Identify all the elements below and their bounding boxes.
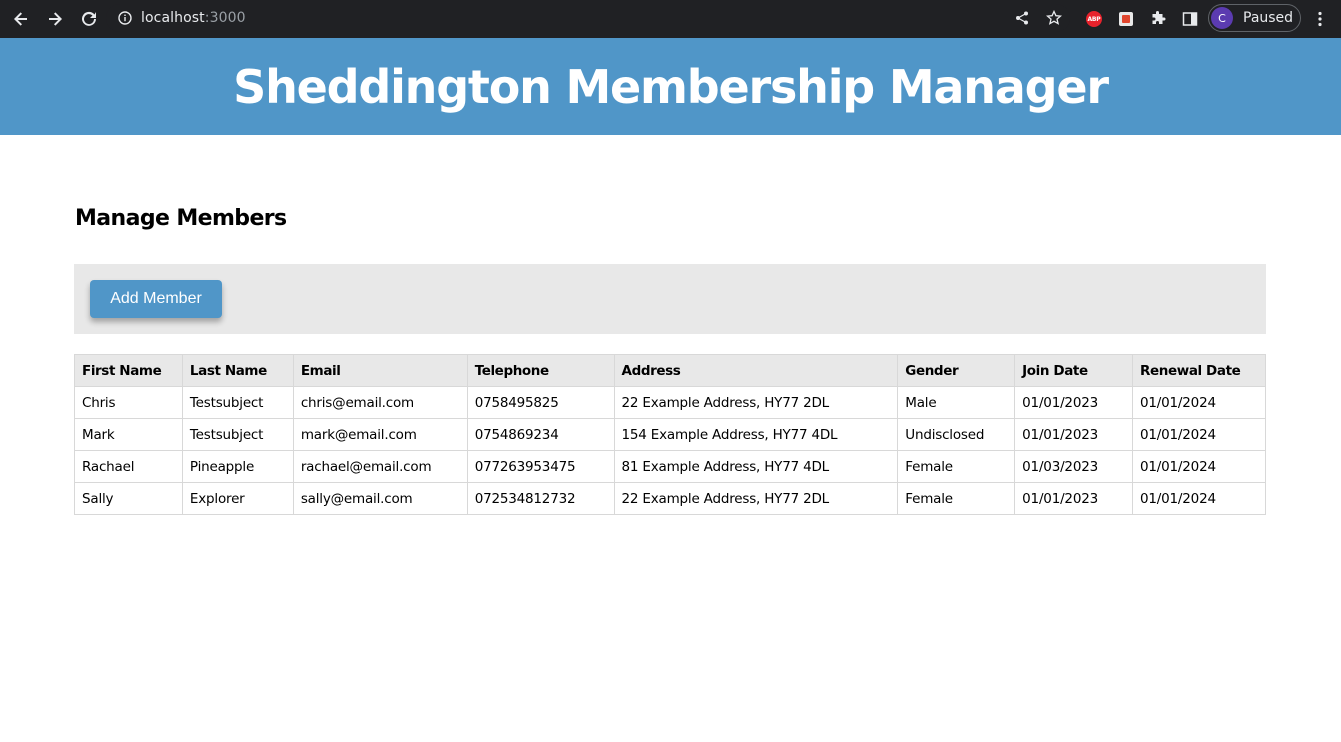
info-icon[interactable] (118, 11, 132, 25)
add-member-button[interactable]: Add Member (90, 280, 222, 318)
url-text: localhost:3000 (141, 10, 246, 26)
table-row: Chris Testsubject chris@email.com 075849582… (74, 386, 1266, 419)
table-cell: sally@email.com (292, 482, 468, 515)
table-cell: Testsubject (181, 418, 294, 451)
table-cell: rachael@email.com (292, 450, 468, 483)
extensions-area: ABP (1078, 3, 1206, 35)
members-table: First Name Last Name Email Telephone Address… (74, 354, 1266, 515)
table-cell: 01/01/2023 (1014, 386, 1134, 419)
profile-button[interactable]: C Paused (1208, 4, 1301, 32)
column-header: Join Date (1014, 354, 1134, 387)
table-cell: 81 Example Address, HY77 4DL (613, 450, 899, 483)
column-header: Gender (897, 354, 1016, 387)
more-options-icon[interactable] (1304, 3, 1336, 35)
table-cell: chris@email.com (292, 386, 468, 419)
table-cell: 01/01/2024 (1132, 482, 1266, 515)
table-cell: Sally (74, 482, 183, 515)
share-icon[interactable] (1006, 4, 1038, 32)
adblock-extension-icon[interactable]: ABP (1078, 3, 1110, 35)
column-header: Last Name (181, 354, 294, 387)
table-cell: 01/01/2023 (1014, 418, 1134, 451)
reload-icon[interactable] (73, 3, 105, 35)
back-arrow-icon[interactable] (5, 3, 37, 35)
avatar: C (1211, 7, 1233, 29)
table-row: Mark Testsubject mark@email.com 0754869234 1… (74, 418, 1266, 451)
table-cell: Female (897, 482, 1016, 515)
table-cell: Female (897, 450, 1016, 483)
table-cell: 01/01/2024 (1132, 450, 1266, 483)
table-cell: 01/03/2023 (1014, 450, 1134, 483)
side-panel-icon[interactable] (1174, 3, 1206, 35)
table-cell: Pineapple (181, 450, 294, 483)
table-cell: 0758495825 (466, 386, 615, 419)
bookmark-star-icon[interactable] (1038, 4, 1070, 32)
table-cell: 0754869234 (466, 418, 615, 451)
column-header: Email (292, 354, 468, 387)
address-bar[interactable]: localhost:3000 (106, 4, 1070, 32)
table-cell: Undisclosed (897, 418, 1016, 451)
column-header: Address (613, 354, 899, 387)
extension-icon[interactable] (1110, 3, 1142, 35)
puzzle-icon[interactable] (1142, 3, 1174, 35)
table-row: Rachael Pineapple rachael@email.com 0772639… (74, 450, 1266, 483)
table-cell: 22 Example Address, HY77 2DL (613, 386, 899, 419)
page-title: Manage Members (75, 206, 287, 231)
table-cell: Explorer (181, 482, 294, 515)
table-cell: Chris (74, 386, 183, 419)
actions-toolbar: Add Member (74, 264, 1266, 334)
forward-arrow-icon[interactable] (39, 3, 71, 35)
column-header: First Name (74, 354, 183, 387)
app-header: Sheddington Membership Manager (0, 38, 1341, 135)
table-cell: 22 Example Address, HY77 2DL (613, 482, 899, 515)
table-cell: Male (897, 386, 1016, 419)
table-header-row: First Name Last Name Email Telephone Address… (74, 354, 1266, 387)
table-cell: Mark (74, 418, 183, 451)
table-row: Sally Explorer sally@email.com 072534812732… (74, 482, 1266, 515)
column-header: Renewal Date (1132, 354, 1266, 387)
table-cell: Rachael (74, 450, 183, 483)
app-title: Sheddington Membership Manager (233, 59, 1109, 114)
profile-status: Paused (1243, 10, 1294, 26)
table-cell: 01/01/2023 (1014, 482, 1134, 515)
table-cell: 01/01/2024 (1132, 386, 1266, 419)
table-cell: 01/01/2024 (1132, 418, 1266, 451)
table-cell: Testsubject (181, 386, 294, 419)
table-cell: 077263953475 (466, 450, 615, 483)
table-cell: 072534812732 (466, 482, 615, 515)
column-header: Telephone (466, 354, 615, 387)
table-cell: mark@email.com (292, 418, 468, 451)
table-cell: 154 Example Address, HY77 4DL (613, 418, 899, 451)
